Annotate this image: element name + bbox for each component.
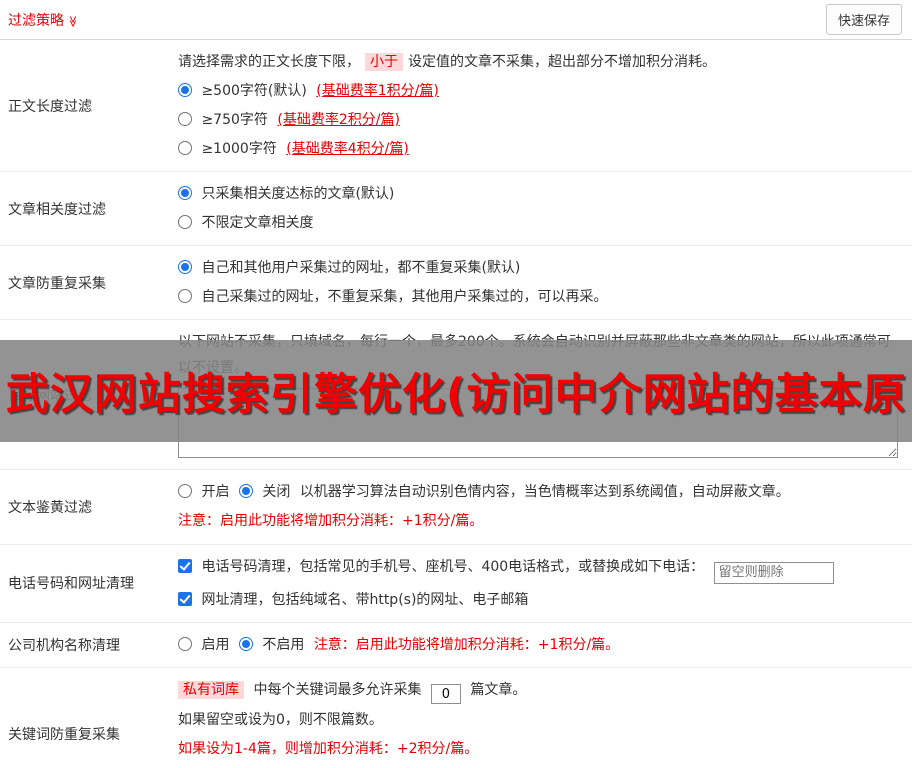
porn-filter-warning: 注意：启用此功能将增加积分消耗：+1积分/篇。 <box>178 513 484 529</box>
url-clean-option[interactable]: 网址清理，包括纯域名、带http(s)的网址、电子邮箱 <box>178 587 904 613</box>
less-than-highlight: 小于 <box>365 53 403 71</box>
filter-strategy-toggle[interactable]: 过滤策略 ≫ <box>8 10 79 30</box>
row-phone-url-clean: 电话号码和网址清理 电话号码清理，包括常见的手机号、座机号、400电话格式，或替… <box>0 545 912 623</box>
company-option-off[interactable]: 不启用 <box>238 636 309 653</box>
length-option-500-text: ≥500字符(默认) <box>201 83 307 99</box>
company-option-on[interactable]: 启用 <box>178 636 234 653</box>
phone-url-clean-label: 电话号码和网址清理 <box>8 576 134 593</box>
company-clean-label: 公司机构名称清理 <box>8 637 120 654</box>
watermark-overlay: 武汉网站搜索引擎优化(访问中介网站的基本原 <box>0 340 912 442</box>
row-keyword-dedup: 关键词防重复采集 私有词库 中每个关键词最多允许采集 篇文章。 如果留空或设为0… <box>0 668 912 768</box>
keyword-note-cost: 如果设为1-4篇，则增加积分消耗：+2积分/篇。 <box>178 741 479 757</box>
porn-option-on[interactable]: 开启 <box>178 484 234 500</box>
radio-750-chars[interactable] <box>178 112 192 126</box>
phone-clean-text: 电话号码清理，包括常见的手机号、座机号、400电话格式，或替换成如下电话： <box>201 559 705 575</box>
porn-option-off[interactable]: 关闭 <box>238 484 295 500</box>
length-option-1000-text: ≥1000字符 <box>201 141 277 157</box>
intro-text-post: 设定值的文章不采集，超出部分不增加积分消耗。 <box>408 54 716 70</box>
radio-relevance-any[interactable] <box>178 215 192 229</box>
length-filter-label: 正文长度过滤 <box>8 98 92 115</box>
relevance-option-any-text: 不限定文章相关度 <box>201 215 314 231</box>
company-clean-warning: 注意：启用此功能将增加积分消耗：+1积分/篇。 <box>313 636 620 653</box>
quick-save-button[interactable]: 快速保存 <box>825 4 902 35</box>
radio-porn-on[interactable] <box>178 484 192 498</box>
radio-dedup-self-only[interactable] <box>178 289 192 303</box>
porn-option-on-text: 开启 <box>201 484 230 500</box>
keyword-limit-text: 中每个关键词最多允许采集 <box>253 681 422 698</box>
dedup-filter-label: 文章防重复采集 <box>8 275 106 292</box>
row-porn-filter: 文本鉴黄过滤 开启 关闭 以机器学习算法自动识别色情内容，当色情概率达到系统阈值… <box>0 470 912 545</box>
porn-filter-desc: 以机器学习算法自动识别色情内容，当色情概率达到系统阈值，自动屏蔽文章。 <box>299 484 790 500</box>
radio-porn-off[interactable] <box>238 484 253 498</box>
length-option-500[interactable]: ≥500字符(默认) (基础费率1积分/篇) <box>178 78 904 104</box>
keyword-limit-suffix: 篇文章。 <box>470 681 527 698</box>
length-option-750[interactable]: ≥750字符 (基础费率2积分/篇) <box>178 107 904 133</box>
length-option-750-text: ≥750字符 <box>201 112 268 128</box>
radio-company-off[interactable] <box>238 636 253 651</box>
keyword-note-unlimited: 如果留空或设为0，则不限篇数。 <box>178 712 383 728</box>
radio-500-chars[interactable] <box>178 83 192 97</box>
company-option-off-text: 不启用 <box>262 636 305 653</box>
length-filter-intro: 请选择需求的正文长度下限， 小于 设定值的文章不采集，超出部分不增加积分消耗。 <box>178 49 904 75</box>
replacement-phone-input[interactable] <box>713 561 834 584</box>
url-clean-text: 网址清理，包括纯域名、带http(s)的网址、电子邮箱 <box>201 591 529 608</box>
dedup-option-self-only[interactable]: 自己采集过的网址，不重复采集，其他用户采集过的，可以再采。 <box>178 284 904 310</box>
length-option-750-cost: (基础费率2积分/篇) <box>277 112 400 128</box>
checkbox-phone-clean[interactable] <box>178 559 192 573</box>
page-header: 过滤策略 ≫ 快速保存 <box>0 0 912 40</box>
length-option-1000[interactable]: ≥1000字符 (基础费率4积分/篇) <box>178 136 904 162</box>
chevron-down-icon: ≫ <box>66 15 80 27</box>
dedup-option-all-users[interactable]: 自己和其他用户采集过的网址，都不重复采集(默认) <box>178 255 904 281</box>
radio-company-on[interactable] <box>178 636 192 651</box>
phone-clean-option[interactable]: 电话号码清理，包括常见的手机号、座机号、400电话格式，或替换成如下电话： <box>178 554 904 584</box>
max-articles-input[interactable] <box>430 684 461 704</box>
row-company-clean: 公司机构名称清理 启用 不启用 注意：启用此功能将增加积分消耗：+1积分/篇。 <box>0 623 912 668</box>
keyword-dedup-label: 关键词防重复采集 <box>8 727 120 744</box>
length-option-1000-cost: (基础费率4积分/篇) <box>286 141 409 157</box>
row-length-filter: 正文长度过滤 请选择需求的正文长度下限， 小于 设定值的文章不采集，超出部分不增加积… <box>0 40 912 172</box>
filter-settings-page: 过滤策略 ≫ 快速保存 正文长度过滤 请选择需求的正文长度下限， 小于 设定值的文章不… <box>0 0 912 768</box>
porn-option-off-text: 关闭 <box>262 484 291 500</box>
relevance-filter-label: 文章相关度过滤 <box>8 201 106 218</box>
row-dedup-filter: 文章防重复采集 自己和其他用户采集过的网址，都不重复采集(默认) 自己采集过的网… <box>0 246 912 320</box>
checkbox-url-clean[interactable] <box>178 591 192 606</box>
radio-relevance-strict[interactable] <box>178 186 192 200</box>
relevance-option-strict[interactable]: 只采集相关度达标的文章(默认) <box>178 181 904 207</box>
porn-filter-label: 文本鉴黄过滤 <box>8 500 92 516</box>
page-title-text: 过滤策略 <box>8 12 64 29</box>
row-relevance-filter: 文章相关度过滤 只采集相关度达标的文章(默认) 不限定文章相关度 <box>0 172 912 246</box>
private-lexicon-highlight: 私有词库 <box>178 680 244 699</box>
length-option-500-cost: (基础费率1积分/篇) <box>316 83 439 99</box>
radio-dedup-all-users[interactable] <box>178 260 192 274</box>
relevance-option-any[interactable]: 不限定文章相关度 <box>178 210 904 236</box>
intro-text-pre: 请选择需求的正文长度下限， <box>178 54 360 70</box>
relevance-option-strict-text: 只采集相关度达标的文章(默认) <box>201 186 395 202</box>
dedup-option-self-only-text: 自己采集过的网址，不重复采集，其他用户采集过的，可以再采。 <box>201 289 608 305</box>
radio-1000-chars[interactable] <box>178 141 192 155</box>
watermark-text: 武汉网站搜索引擎优化(访问中介网站的基本原 <box>6 370 907 420</box>
dedup-option-all-users-text: 自己和其他用户采集过的网址，都不重复采集(默认) <box>201 260 521 276</box>
company-option-on-text: 启用 <box>201 636 230 653</box>
